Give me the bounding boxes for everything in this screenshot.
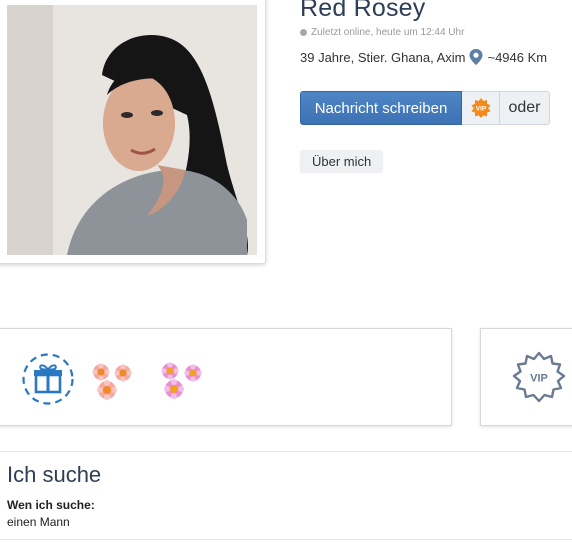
vip-seal-text: VIP <box>530 373 548 385</box>
gift-icon <box>22 353 74 405</box>
location-pin-icon <box>469 49 483 65</box>
profile-photo[interactable] <box>7 5 257 255</box>
status-dot-icon <box>300 29 307 36</box>
vip-badge-text: VIP <box>475 106 486 113</box>
profile-age-location: 39 Jahre, Stier. Ghana, Axim <box>300 49 466 65</box>
vip-message-button[interactable]: VIP <box>462 91 499 125</box>
looking-for-title: Ich suche <box>7 462 102 487</box>
looking-for-value: einen Mann <box>7 515 70 529</box>
tab-about-me[interactable]: Über mich <box>300 150 384 172</box>
profile-photo-image <box>7 5 257 255</box>
bottom-divider <box>0 539 572 540</box>
online-status: Zuletzt online, heute um 12:44 Uhr <box>300 27 464 38</box>
looking-for-label: Wen ich suche: <box>7 498 95 512</box>
action-row: Nachricht schreiben VIP oder <box>300 91 550 125</box>
vip-seal-icon: VIP <box>512 351 566 403</box>
profile-page: Red Rosey Zuletzt online, heute um 12:44… <box>0 0 572 543</box>
flower-bouquet-pink-icon[interactable] <box>154 358 210 402</box>
online-status-text: Zuletzt online, heute um 12:44 Uhr <box>311 27 465 38</box>
vip-panel[interactable]: VIP <box>480 328 572 426</box>
section-divider <box>0 451 572 452</box>
send-gift-button[interactable] <box>22 353 74 405</box>
or-button[interactable]: oder <box>499 91 550 125</box>
profile-photo-card[interactable] <box>0 0 266 264</box>
write-message-button[interactable]: Nachricht schreiben <box>300 91 462 125</box>
vip-badge-icon: VIP <box>470 98 491 118</box>
gift-panel <box>0 328 452 426</box>
profile-details: 39 Jahre, Stier. Ghana, Axim ~4946 Km <box>300 49 547 65</box>
profile-name: Red Rosey <box>300 0 426 22</box>
flower-bouquet-orange-icon[interactable] <box>85 358 141 402</box>
profile-distance: ~4946 Km <box>487 49 548 65</box>
